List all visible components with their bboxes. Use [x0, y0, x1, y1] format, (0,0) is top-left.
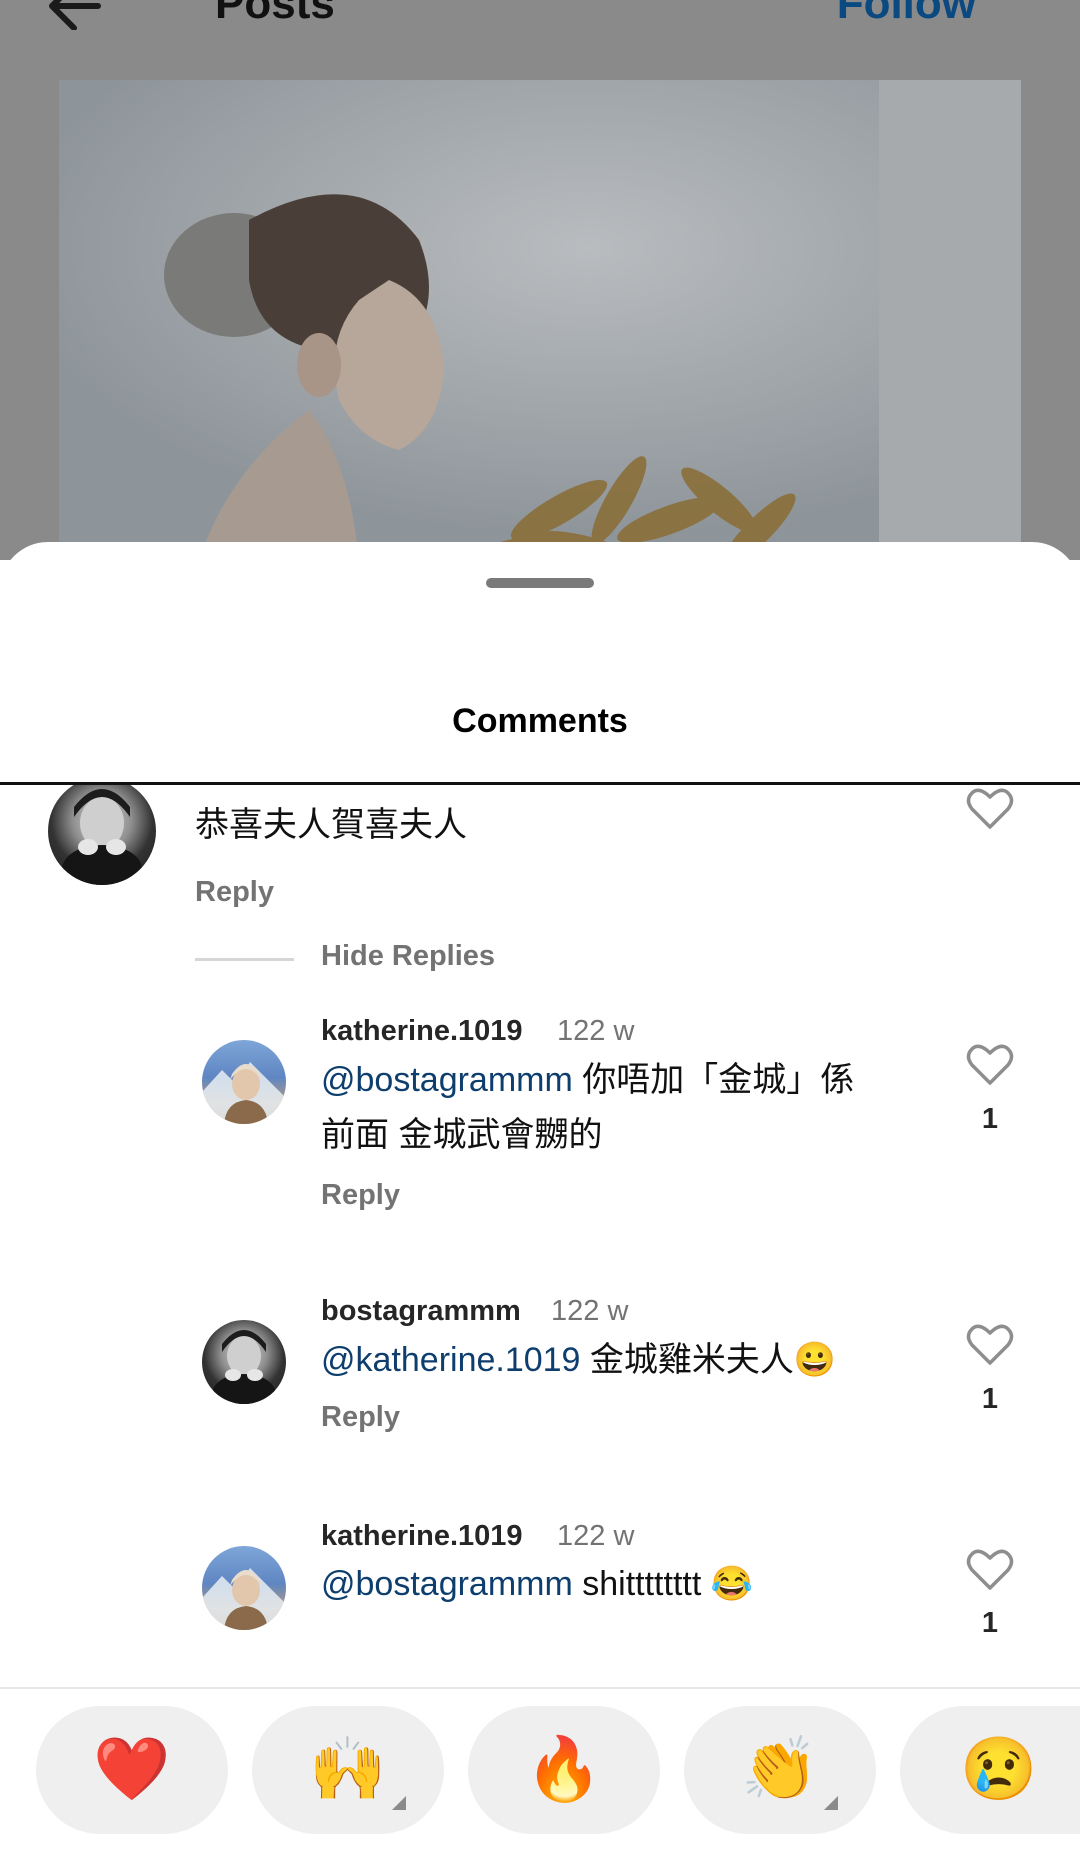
reply-button[interactable]: Reply: [195, 876, 274, 909]
comments-list[interactable]: 恭喜夫人賀喜夫人 Reply Hide Replies katherine.10…: [0, 785, 1080, 1729]
reaction-fire-button[interactable]: 🔥: [468, 1706, 660, 1834]
reaction-crying-button[interactable]: 😢: [900, 1706, 1080, 1834]
comment-text: @bostagrammm 你唔加「金城」係: [321, 1053, 854, 1108]
mention-link[interactable]: @katherine.1019: [321, 1341, 580, 1379]
like-count: 1: [981, 1383, 999, 1415]
comment-time: 122 w: [557, 1520, 635, 1552]
comment-body: shitttttttt: [572, 1565, 711, 1603]
avatar[interactable]: [48, 785, 156, 885]
heart-outline-icon[interactable]: [966, 1548, 1014, 1592]
hide-replies-button[interactable]: Hide Replies: [321, 940, 495, 973]
follow-button[interactable]: Follow: [837, 0, 976, 26]
comment-username[interactable]: katherine.1019: [321, 1520, 523, 1553]
avatar-photo: [62, 789, 142, 885]
comment-body: 金城雞米夫人: [580, 1341, 794, 1379]
hide-replies-line: [195, 958, 294, 961]
avatar[interactable]: [202, 1546, 286, 1630]
heart-outline-icon[interactable]: [966, 787, 1014, 831]
skin-tone-indicator: [392, 1796, 406, 1810]
page-title: Posts: [215, 0, 335, 28]
reaction-raising-hands-button[interactable]: 🙌: [252, 1706, 444, 1834]
red-heart-icon: ❤️: [93, 1735, 171, 1804]
like-count: 1: [981, 1103, 999, 1135]
back-arrow-icon[interactable]: [40, 0, 120, 30]
clapping-hands-icon: 👏: [741, 1735, 819, 1804]
mention-link[interactable]: @bostagrammm: [321, 1061, 573, 1099]
mention-link[interactable]: @bostagrammm: [321, 1565, 573, 1603]
sheet-title: Comments: [452, 702, 628, 740]
fire-icon: 🔥: [525, 1735, 603, 1804]
heart-outline-icon[interactable]: [966, 1043, 1014, 1087]
avatar[interactable]: [202, 1040, 286, 1124]
top-bar: Posts Follow: [0, 0, 1080, 80]
comments-sheet: Comments 恭喜夫人賀喜夫人 Reply Hide Replies kat…: [0, 542, 1080, 1860]
avatar-photo: [202, 1062, 286, 1124]
comment-body: 你唔加「金城」係: [572, 1061, 855, 1099]
comment-username[interactable]: katherine.1019: [321, 1015, 523, 1048]
like-count: 1: [981, 1607, 999, 1639]
reply-button[interactable]: Reply: [321, 1401, 400, 1434]
reply-button[interactable]: Reply: [321, 1179, 400, 1212]
screen: Posts Follow Comments 恭喜夫人賀喜夫人 Reply Hid…: [0, 0, 1080, 1860]
comment-text: @bostagrammm shitttttttt 😂: [321, 1557, 753, 1612]
reaction-bar-divider: [0, 1687, 1080, 1689]
raising-hands-icon: 🙌: [309, 1735, 387, 1804]
post-image[interactable]: [59, 80, 1021, 560]
crying-face-icon: 😢: [960, 1735, 1038, 1804]
emoji: 😀: [793, 1341, 837, 1379]
comment-text: 恭喜夫人賀喜夫人: [195, 806, 467, 844]
reaction-heart-button[interactable]: ❤️: [36, 1706, 228, 1834]
comment-time: 122 w: [551, 1295, 629, 1327]
comment-text-line2: 前面 金城武會嬲的: [321, 1116, 603, 1154]
post-photo: [59, 80, 1021, 560]
comment-text: @katherine.1019 金城雞米夫人😀: [321, 1333, 836, 1388]
emoji: 😂: [710, 1565, 754, 1603]
comment-time: 122 w: [557, 1015, 635, 1047]
skin-tone-indicator: [824, 1796, 838, 1810]
reaction-clapping-button[interactable]: 👏: [684, 1706, 876, 1834]
heart-outline-icon[interactable]: [966, 1323, 1014, 1367]
avatar[interactable]: [202, 1320, 286, 1404]
drag-handle[interactable]: [486, 578, 594, 588]
comment-username[interactable]: bostagrammm: [321, 1295, 521, 1328]
avatar-photo: [212, 1330, 276, 1404]
avatar-photo: [202, 1568, 286, 1630]
